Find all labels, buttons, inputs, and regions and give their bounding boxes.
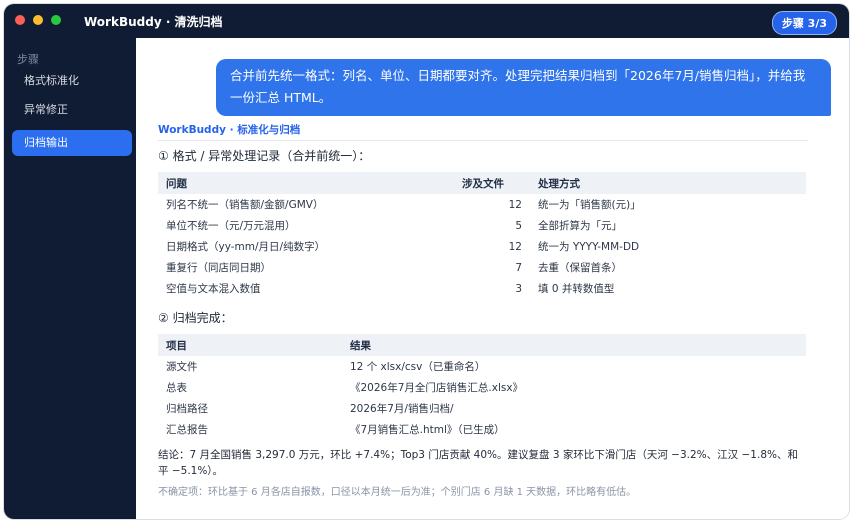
- table-cell: 2026年7月/销售归档/: [350, 403, 454, 415]
- column-header: 问题: [158, 172, 454, 194]
- table-cell: 归档路径: [166, 403, 208, 415]
- table-row: 汇总报告 《7月销售汇总.html》（已生成）: [158, 419, 806, 440]
- table-cell: 统一为「销售额(元)」: [538, 199, 641, 211]
- table-row: 源文件 12 个 xlsx/csv（已重命名）: [158, 356, 806, 377]
- step-badge: 步骤 3/3: [771, 11, 837, 35]
- uncertainty-note: 不确定项：环比基于 6 月各店自报数，口径以本月统一后为准；个别门店 6 月缺 …: [158, 487, 637, 498]
- section2-title: ② 归档完成：: [158, 311, 233, 325]
- table-row: 总表 《2026年7月全门店销售汇总.xlsx》: [158, 377, 806, 398]
- table-row: 归档路径 2026年7月/销售归档/: [158, 398, 806, 419]
- table-cell: 统一为 YYYY-MM-DD: [538, 241, 640, 253]
- app-window: WorkBuddy · 清洗归档 步骤 3/3 步骤 格式标准化 异常修正 归档…: [4, 4, 849, 519]
- column-header: 处理方式: [530, 172, 806, 194]
- table-cell: 5: [515, 219, 522, 232]
- table-cell: 重复行（同店同日期）: [166, 262, 271, 274]
- assistant-response: WorkBuddy · 标准化与归档 ① 格式 / 异常处理记录（合并前统一）：…: [158, 122, 808, 498]
- sidebar-item-archive-output[interactable]: 归档输出: [12, 130, 132, 156]
- table-cell: 7: [515, 261, 522, 274]
- table-row: 重复行（同店同日期） 7 去重（保留首条）: [158, 257, 806, 278]
- table-cell: 全部折算为「元」: [538, 220, 622, 232]
- section1-title: ① 格式 / 异常处理记录（合并前统一）：: [158, 149, 371, 163]
- maximize-window-button[interactable]: [51, 15, 61, 25]
- table-header-row: 项目 结果: [158, 334, 806, 356]
- table-cell: 列名不统一（销售额/金额/GMV）: [166, 199, 324, 211]
- column-header: 涉及文件: [454, 172, 530, 194]
- table-cell: 日期格式（yy-mm/月日/纯数字）: [166, 241, 326, 253]
- table-cell: 去重（保留首条）: [538, 262, 622, 274]
- table-cell: 12: [508, 240, 522, 253]
- table-cell: 汇总报告: [166, 424, 208, 436]
- minimize-window-button[interactable]: [33, 15, 43, 25]
- column-header: 结果: [342, 334, 806, 356]
- table-cell: 3: [515, 282, 522, 295]
- sidebar-section-label: 步骤: [17, 53, 39, 66]
- app-title: WorkBuddy · 清洗归档: [84, 15, 223, 29]
- user-message-bubble: 合并前先统一格式：列名、单位、日期都要对齐。处理完把结果归档到「2026年7月/…: [216, 59, 831, 116]
- table-row: 列名不统一（销售额/金额/GMV） 12 统一为「销售额(元)」: [158, 194, 806, 215]
- sidebar-item-format-standardize[interactable]: 格式标准化: [12, 68, 132, 94]
- archive-result-table: 项目 结果 源文件 12 个 xlsx/csv（已重命名） 总表 《2026年7…: [158, 334, 806, 440]
- table-cell: 12: [508, 198, 522, 211]
- processing-log-table: 问题 涉及文件 处理方式 列名不统一（销售额/金额/GMV） 12 统一为「销售…: [158, 172, 806, 299]
- table-row: 空值与文本混入数值 3 填 0 并转数值型: [158, 278, 806, 299]
- table-header-row: 问题 涉及文件 处理方式: [158, 172, 806, 194]
- table-cell: 空值与文本混入数值: [166, 283, 261, 295]
- chat-area: 合并前先统一格式：列名、单位、日期都要对齐。处理完把结果归档到「2026年7月/…: [136, 38, 849, 519]
- table-cell: 12 个 xlsx/csv（已重命名）: [350, 361, 486, 373]
- conclusion-text: 结论：7 月全国销售 3,297.0 万元，环比 +7.4%；Top3 门店贡献…: [158, 449, 798, 477]
- sidebar-item-anomaly-fix[interactable]: 异常修正: [12, 97, 132, 123]
- title-bar: WorkBuddy · 清洗归档 步骤 3/3: [4, 4, 849, 38]
- table-cell: 总表: [166, 382, 187, 394]
- table-cell: 《2026年7月全门店销售汇总.xlsx》: [350, 382, 524, 394]
- table-cell: 源文件: [166, 361, 198, 373]
- table-cell: 《7月销售汇总.html》（已生成）: [350, 424, 505, 436]
- response-brand: WorkBuddy · 标准化与归档: [158, 122, 808, 141]
- table-row: 日期格式（yy-mm/月日/纯数字） 12 统一为 YYYY-MM-DD: [158, 236, 806, 257]
- table-cell: 填 0 并转数值型: [538, 283, 615, 295]
- table-cell: 单位不统一（元/万元混用）: [166, 220, 296, 232]
- table-row: 单位不统一（元/万元混用） 5 全部折算为「元」: [158, 215, 806, 236]
- column-header: 项目: [158, 334, 342, 356]
- close-window-button[interactable]: [15, 15, 25, 25]
- sidebar: 步骤 格式标准化 异常修正 归档输出: [4, 38, 136, 519]
